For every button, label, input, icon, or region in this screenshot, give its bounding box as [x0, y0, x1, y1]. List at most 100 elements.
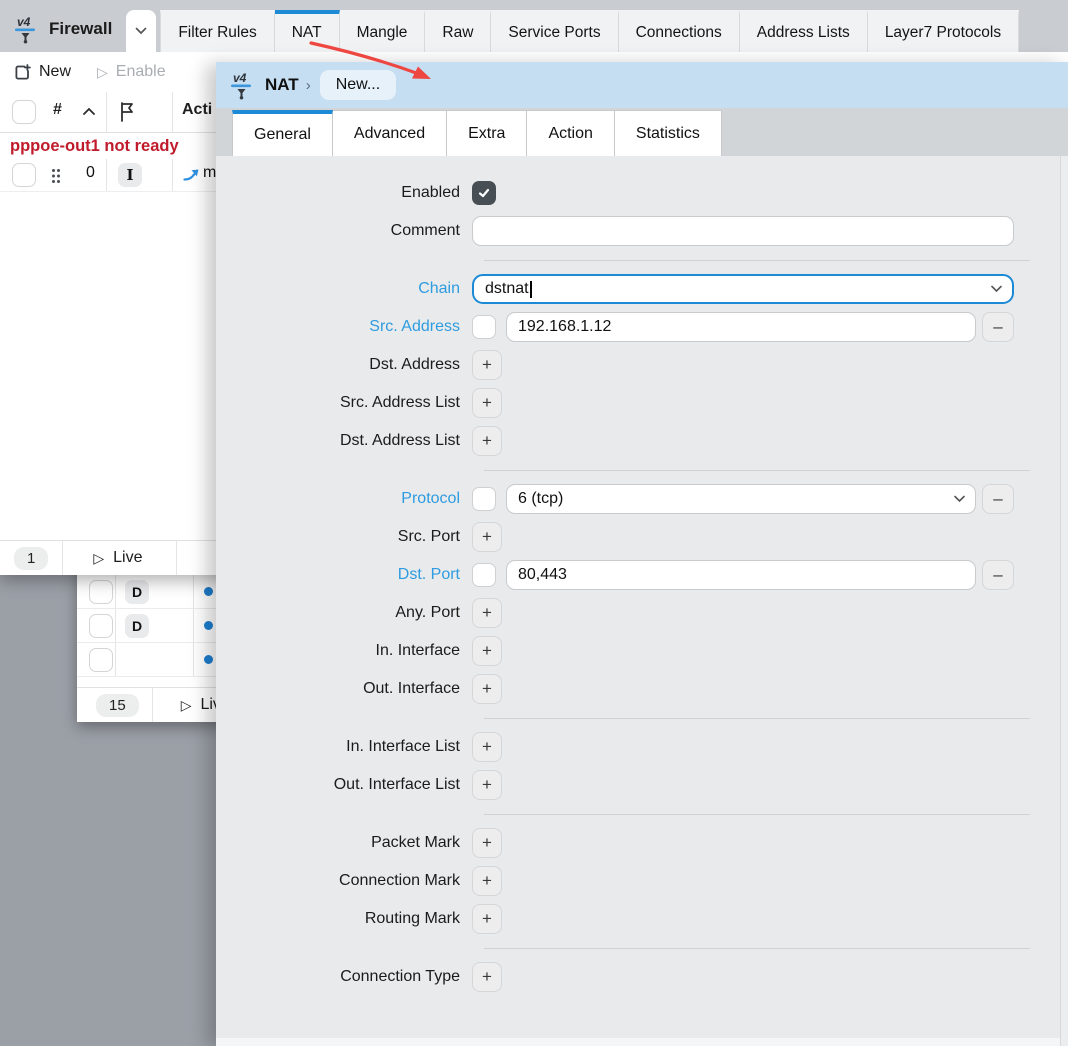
dialog-tab-general[interactable]: General: [232, 110, 333, 156]
live-button[interactable]: ▷ Live: [93, 549, 142, 567]
field-label-dst-address-list: Dst. Address List: [216, 432, 472, 450]
column-divider: [193, 575, 194, 608]
src-address-input[interactable]: [506, 312, 976, 342]
row-flag-badge: D: [125, 580, 149, 604]
enabled-checkbox[interactable]: [472, 181, 496, 205]
dialog-tab-advanced[interactable]: Advanced: [333, 110, 447, 156]
section-divider: [484, 260, 1030, 261]
tab-address-lists[interactable]: Address Lists: [740, 10, 868, 52]
packet-mark-add-button[interactable]: +: [472, 828, 502, 858]
field-label-out-interface: Out. Interface: [216, 680, 472, 698]
protocol-not-checkbox[interactable]: [472, 487, 496, 511]
chain-value: dstnat: [485, 280, 529, 298]
src-address-remove-button[interactable]: –: [982, 312, 1014, 342]
field-control-connection-mark: +: [472, 866, 502, 896]
new-button[interactable]: New: [14, 63, 71, 81]
field-label-connection-mark: Connection Mark: [216, 872, 472, 890]
field-row-in-interface: In. Interface+: [216, 636, 1068, 666]
field-row-dst-address: Dst. Address+: [216, 350, 1068, 380]
firewall-tabs: Filter RulesNATMangleRawService PortsCon…: [160, 10, 1019, 52]
jump-action-icon: [183, 168, 200, 182]
field-row-connection-mark: Connection Mark+: [216, 866, 1068, 896]
src-address-list-add-button[interactable]: +: [472, 388, 502, 418]
chain-combobox[interactable]: dstnat: [472, 274, 1014, 304]
comment-input[interactable]: [472, 216, 1014, 246]
item-count-badge: 1: [14, 547, 48, 570]
footer-divider: [62, 541, 63, 575]
field-label-src-address-list: Src. Address List: [216, 394, 472, 412]
protocol-value: 6 (tcp): [518, 490, 563, 508]
flag-column-icon[interactable]: [118, 101, 138, 123]
field-row-dst-address-list: Dst. Address List+: [216, 426, 1068, 456]
column-action[interactable]: Acti: [182, 101, 212, 119]
row-checkbox[interactable]: [12, 163, 36, 187]
column-divider: [106, 159, 107, 191]
section-divider: [484, 948, 1030, 949]
field-row-out-interface: Out. Interface+: [216, 674, 1068, 704]
out-interface-list-add-button[interactable]: +: [472, 770, 502, 800]
dst-address-add-button[interactable]: +: [472, 350, 502, 380]
live-button[interactable]: ▷ Liv: [181, 696, 221, 714]
field-row-routing-mark: Routing Mark+: [216, 904, 1068, 934]
enable-button[interactable]: ▷ Enable: [97, 63, 166, 81]
window-menu-button[interactable]: [126, 10, 156, 52]
enable-button-label: Enable: [116, 63, 166, 81]
field-label-any-port: Any. Port: [216, 604, 472, 622]
protocol-remove-button[interactable]: –: [982, 484, 1014, 514]
field-control-comment: [472, 216, 1014, 246]
field-control-protocol: 6 (tcp) –: [472, 484, 1014, 514]
dst-address-list-add-button[interactable]: +: [472, 426, 502, 456]
rule-number: 0: [86, 164, 95, 182]
field-control-routing-mark: +: [472, 904, 502, 934]
drag-handle-icon[interactable]: [50, 168, 62, 184]
field-label-dst-address: Dst. Address: [216, 356, 472, 374]
row-checkbox[interactable]: [89, 580, 113, 604]
tab-filter-rules[interactable]: Filter Rules: [160, 10, 274, 52]
status-dot: [204, 621, 213, 630]
field-row-enabled: Enabled: [216, 178, 1068, 208]
dst-port-input[interactable]: [506, 560, 976, 590]
dialog-tab-statistics[interactable]: Statistics: [615, 110, 722, 156]
section-divider: [484, 470, 1030, 471]
field-label-src-address: Src. Address: [216, 318, 472, 336]
dialog-tab-action[interactable]: Action: [527, 110, 614, 156]
column-divider: [115, 643, 116, 676]
connection-mark-add-button[interactable]: +: [472, 866, 502, 896]
in-interface-list-add-button[interactable]: +: [472, 732, 502, 762]
sort-asc-icon[interactable]: [82, 107, 96, 116]
dialog-title: NAT: [265, 75, 299, 95]
field-label-comment: Comment: [216, 222, 472, 240]
dst-port-not-checkbox[interactable]: [472, 563, 496, 587]
out-interface-add-button[interactable]: +: [472, 674, 502, 704]
protocol-combobox[interactable]: 6 (tcp): [506, 484, 976, 514]
dialog-tabs: GeneralAdvancedExtraActionStatistics: [216, 108, 1068, 156]
column-divider: [106, 92, 107, 132]
dialog-tab-extra[interactable]: Extra: [447, 110, 527, 156]
tab-raw[interactable]: Raw: [425, 10, 491, 52]
src-address-not-checkbox[interactable]: [472, 315, 496, 339]
src-port-add-button[interactable]: +: [472, 522, 502, 552]
field-row-src-address: Src. Address –: [216, 312, 1068, 342]
any-port-add-button[interactable]: +: [472, 598, 502, 628]
field-control-chain: dstnat: [472, 274, 1014, 304]
in-interface-add-button[interactable]: +: [472, 636, 502, 666]
scrollbar-track[interactable]: [1060, 156, 1068, 1046]
row-checkbox[interactable]: [89, 614, 113, 638]
tab-layer7-protocols[interactable]: Layer7 Protocols: [868, 10, 1019, 52]
dst-port-remove-button[interactable]: –: [982, 560, 1014, 590]
field-row-dst-port: Dst. Port–: [216, 560, 1068, 590]
field-control-out-interface-list: +: [472, 770, 502, 800]
svg-text:v4: v4: [17, 15, 31, 29]
connection-type-add-button[interactable]: +: [472, 962, 502, 992]
tab-mangle[interactable]: Mangle: [340, 10, 426, 52]
tab-service-ports[interactable]: Service Ports: [491, 10, 618, 52]
tab-nat[interactable]: NAT: [275, 10, 340, 52]
footer-divider: [152, 688, 153, 722]
row-checkbox[interactable]: [89, 648, 113, 672]
column-divider: [172, 159, 173, 191]
column-number[interactable]: #: [53, 101, 62, 119]
tab-connections[interactable]: Connections: [619, 10, 740, 52]
routing-mark-add-button[interactable]: +: [472, 904, 502, 934]
select-all-checkbox[interactable]: [12, 100, 36, 124]
field-label-in-interface: In. Interface: [216, 642, 472, 660]
